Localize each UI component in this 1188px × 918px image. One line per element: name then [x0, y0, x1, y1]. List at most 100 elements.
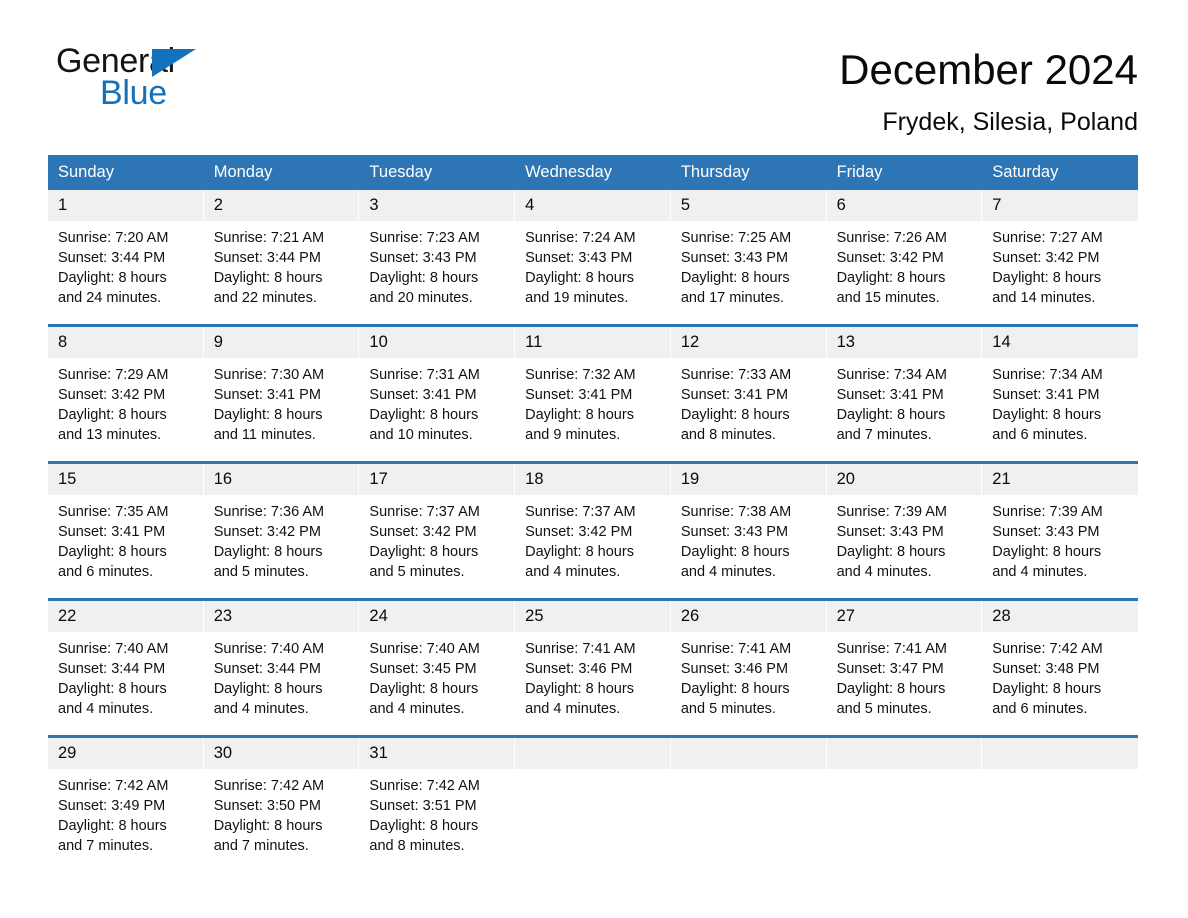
- sunset-text: Sunset: 3:41 PM: [680, 387, 789, 403]
- sunset-text: Sunset: 3:41 PM: [992, 387, 1100, 403]
- daylight-text-line1: Daylight: 8 hours: [525, 407, 634, 423]
- sunset-text: Sunset: 3:46 PM: [680, 661, 789, 677]
- day-cell[interactable]: 8 Sunrise: 7:29 AM Sunset: 3:42 PM Dayli…: [48, 327, 204, 461]
- daylight-text-line2: and 7 minutes.: [836, 427, 932, 443]
- day-cell[interactable]: 17 Sunrise: 7:37 AM Sunset: 3:42 PM Dayl…: [359, 464, 516, 598]
- day-cell[interactable]: 12 Sunrise: 7:33 AM Sunset: 3:41 PM Dayl…: [670, 327, 827, 461]
- week-row: 15 Sunrise: 7:35 AM Sunset: 3:41 PM Dayl…: [48, 461, 1138, 598]
- day-number: 31: [359, 738, 515, 769]
- day-cell[interactable]: 11 Sunrise: 7:32 AM Sunset: 3:41 PM Dayl…: [515, 327, 671, 461]
- day-number: 29: [48, 738, 203, 769]
- day-cell[interactable]: 14 Sunrise: 7:34 AM Sunset: 3:41 PM Dayl…: [982, 327, 1138, 461]
- daylight-text-line1: Daylight: 8 hours: [680, 270, 790, 286]
- sunset-text: Sunset: 3:42 PM: [836, 250, 944, 266]
- day-cell[interactable]: 4 Sunrise: 7:24 AM Sunset: 3:43 PM Dayli…: [515, 190, 671, 324]
- daylight-text-line2: and 7 minutes.: [213, 838, 309, 854]
- daylight-text-line2: and 4 minutes.: [369, 701, 465, 717]
- calendar-grid: Sunday Monday Tuesday Wednesday Thursday…: [48, 155, 1138, 872]
- weekday-header-row: Sunday Monday Tuesday Wednesday Thursday…: [48, 155, 1138, 190]
- day-cell[interactable]: 6 Sunrise: 7:26 AM Sunset: 3:42 PM Dayli…: [826, 190, 983, 324]
- sunset-text: Sunset: 3:49 PM: [58, 798, 166, 814]
- daylight-text-line2: and 14 minutes.: [992, 290, 1096, 306]
- daylight-text-line2: and 8 minutes.: [369, 838, 465, 854]
- day-number: 5: [670, 190, 826, 221]
- daylight-text-line1: Daylight: 8 hours: [369, 270, 479, 286]
- day-cell[interactable]: 30 Sunrise: 7:42 AM Sunset: 3:50 PM Dayl…: [203, 738, 360, 872]
- day-cell[interactable]: 20 Sunrise: 7:39 AM Sunset: 3:43 PM Dayl…: [826, 464, 983, 598]
- day-number: 8: [48, 327, 203, 358]
- day-details: [982, 769, 1138, 776]
- day-number: [826, 738, 982, 769]
- daylight-text-line1: Daylight: 8 hours: [58, 681, 167, 697]
- day-cell[interactable]: 22 Sunrise: 7:40 AM Sunset: 3:44 PM Dayl…: [48, 601, 204, 735]
- day-number: 17: [359, 464, 515, 495]
- sunrise-text: Sunrise: 7:41 AM: [836, 641, 947, 657]
- daylight-text-line2: and 20 minutes.: [369, 290, 473, 306]
- sunset-text: Sunset: 3:44 PM: [58, 661, 166, 677]
- day-cell[interactable]: 5 Sunrise: 7:25 AM Sunset: 3:43 PM Dayli…: [670, 190, 827, 324]
- day-number: 30: [203, 738, 359, 769]
- sunset-text: Sunset: 3:44 PM: [58, 250, 166, 266]
- sunrise-text: Sunrise: 7:29 AM: [58, 367, 169, 383]
- daylight-text-line1: Daylight: 8 hours: [992, 270, 1102, 286]
- page-subtitle: Frydek, Silesia, Poland: [882, 108, 1138, 136]
- sunset-text: Sunset: 3:43 PM: [369, 250, 477, 266]
- sunrise-text: Sunrise: 7:37 AM: [369, 504, 480, 520]
- daylight-text-line1: Daylight: 8 hours: [369, 818, 479, 834]
- day-cell[interactable]: 9 Sunrise: 7:30 AM Sunset: 3:41 PM Dayli…: [203, 327, 360, 461]
- day-cell[interactable]: 27 Sunrise: 7:41 AM Sunset: 3:47 PM Dayl…: [826, 601, 983, 735]
- logo-text-blue: Blue: [100, 74, 167, 112]
- daylight-text-line2: and 22 minutes.: [213, 290, 317, 306]
- day-cell[interactable]: 25 Sunrise: 7:41 AM Sunset: 3:46 PM Dayl…: [515, 601, 671, 735]
- sunrise-text: Sunrise: 7:31 AM: [369, 367, 480, 383]
- day-cell[interactable]: 31 Sunrise: 7:42 AM Sunset: 3:51 PM Dayl…: [359, 738, 516, 872]
- daylight-text-line1: Daylight: 8 hours: [369, 681, 479, 697]
- sunset-text: Sunset: 3:43 PM: [680, 250, 789, 266]
- day-cell[interactable]: 21 Sunrise: 7:39 AM Sunset: 3:43 PM Dayl…: [982, 464, 1138, 598]
- sunset-text: Sunset: 3:42 PM: [992, 250, 1100, 266]
- sunrise-text: Sunrise: 7:39 AM: [836, 504, 947, 520]
- day-cell[interactable]: 15 Sunrise: 7:35 AM Sunset: 3:41 PM Dayl…: [48, 464, 204, 598]
- day-number: 14: [982, 327, 1138, 358]
- daylight-text-line2: and 4 minutes.: [525, 564, 621, 580]
- sunset-text: Sunset: 3:43 PM: [680, 524, 789, 540]
- day-details: Sunrise: 7:42 AM Sunset: 3:48 PM Dayligh…: [982, 632, 1138, 719]
- day-cell-empty: [826, 738, 983, 872]
- day-cell[interactable]: 18 Sunrise: 7:37 AM Sunset: 3:42 PM Dayl…: [515, 464, 671, 598]
- day-cell[interactable]: 10 Sunrise: 7:31 AM Sunset: 3:41 PM Dayl…: [359, 327, 516, 461]
- daylight-text-line1: Daylight: 8 hours: [58, 407, 167, 423]
- daylight-text-line2: and 5 minutes.: [680, 701, 776, 717]
- day-cell[interactable]: 26 Sunrise: 7:41 AM Sunset: 3:46 PM Dayl…: [670, 601, 827, 735]
- day-details: Sunrise: 7:30 AM Sunset: 3:41 PM Dayligh…: [204, 358, 359, 445]
- day-number: 28: [982, 601, 1138, 632]
- day-cell[interactable]: 29 Sunrise: 7:42 AM Sunset: 3:49 PM Dayl…: [48, 738, 204, 872]
- day-cell[interactable]: 1 Sunrise: 7:20 AM Sunset: 3:44 PM Dayli…: [48, 190, 204, 324]
- day-cell[interactable]: 16 Sunrise: 7:36 AM Sunset: 3:42 PM Dayl…: [203, 464, 360, 598]
- day-cell-empty: [515, 738, 671, 872]
- day-cell[interactable]: 28 Sunrise: 7:42 AM Sunset: 3:48 PM Dayl…: [982, 601, 1138, 735]
- weekday-header-tuesday: Tuesday: [369, 163, 433, 181]
- weekday-header-friday: Friday: [836, 163, 883, 181]
- daylight-text-line1: Daylight: 8 hours: [58, 544, 167, 560]
- day-details: Sunrise: 7:41 AM Sunset: 3:46 PM Dayligh…: [515, 632, 670, 719]
- daylight-text-line1: Daylight: 8 hours: [213, 544, 323, 560]
- day-details: Sunrise: 7:42 AM Sunset: 3:50 PM Dayligh…: [204, 769, 359, 856]
- weekday-header-wednesday: Wednesday: [525, 163, 612, 181]
- day-cell[interactable]: 7 Sunrise: 7:27 AM Sunset: 3:42 PM Dayli…: [982, 190, 1138, 324]
- day-cell[interactable]: 23 Sunrise: 7:40 AM Sunset: 3:44 PM Dayl…: [203, 601, 360, 735]
- sunrise-text: Sunrise: 7:39 AM: [992, 504, 1103, 520]
- day-cell[interactable]: 13 Sunrise: 7:34 AM Sunset: 3:41 PM Dayl…: [826, 327, 983, 461]
- day-cell[interactable]: 24 Sunrise: 7:40 AM Sunset: 3:45 PM Dayl…: [359, 601, 516, 735]
- sunrise-text: Sunrise: 7:26 AM: [836, 230, 947, 246]
- day-cell[interactable]: 2 Sunrise: 7:21 AM Sunset: 3:44 PM Dayli…: [203, 190, 360, 324]
- sunset-text: Sunset: 3:43 PM: [525, 250, 633, 266]
- sunset-text: Sunset: 3:43 PM: [992, 524, 1100, 540]
- title-block: December 2024 Frydek, Silesia, Poland: [839, 44, 1138, 138]
- sunset-text: Sunset: 3:44 PM: [213, 661, 321, 677]
- day-number: 1: [48, 190, 203, 221]
- daylight-text-line1: Daylight: 8 hours: [836, 544, 946, 560]
- daylight-text-line2: and 4 minutes.: [58, 701, 154, 717]
- day-cell[interactable]: 3 Sunrise: 7:23 AM Sunset: 3:43 PM Dayli…: [359, 190, 516, 324]
- day-cell[interactable]: 19 Sunrise: 7:38 AM Sunset: 3:43 PM Dayl…: [670, 464, 827, 598]
- day-details: Sunrise: 7:20 AM Sunset: 3:44 PM Dayligh…: [48, 221, 203, 308]
